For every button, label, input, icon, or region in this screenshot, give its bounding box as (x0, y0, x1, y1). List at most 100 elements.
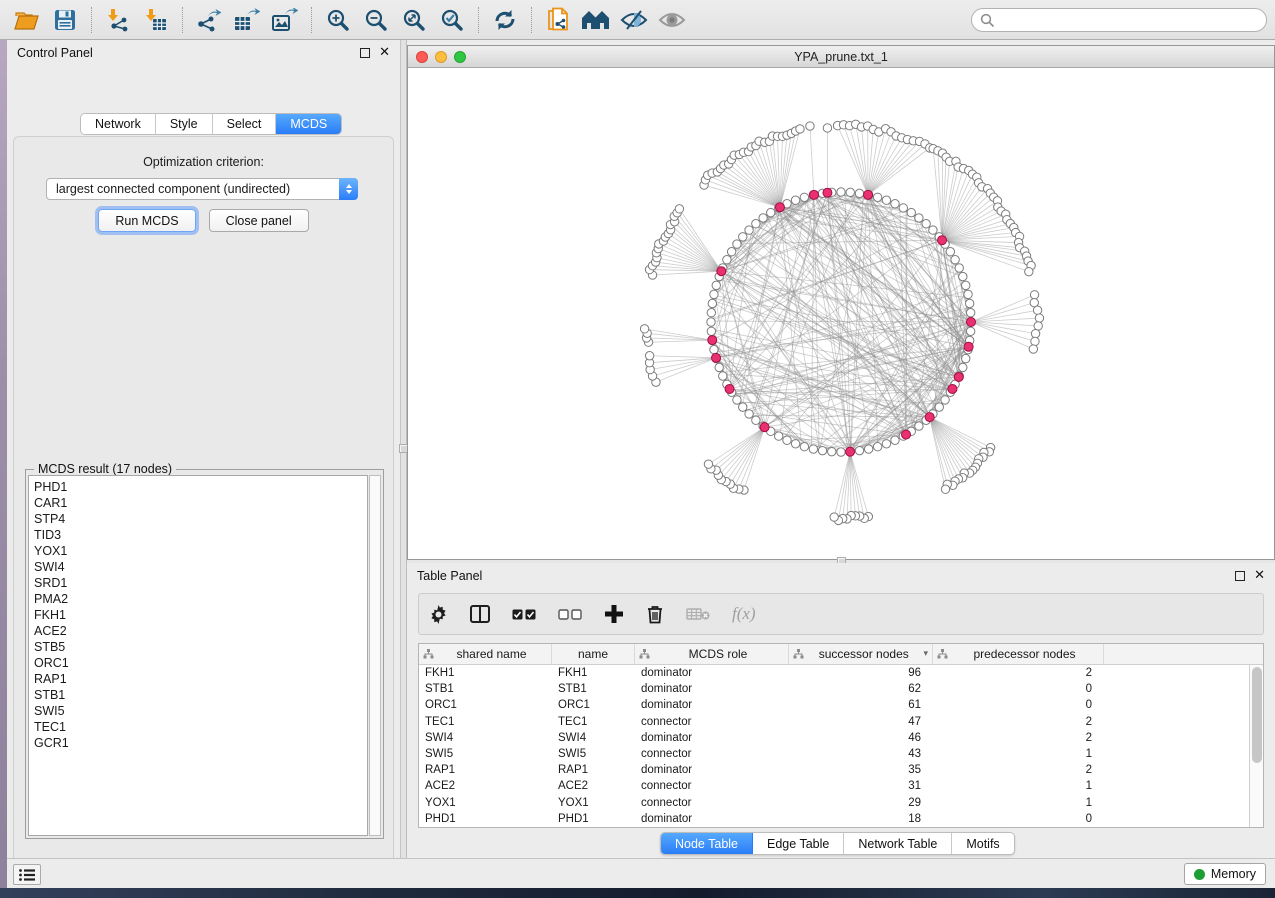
tab-network[interactable]: Network (81, 114, 156, 134)
table-row[interactable]: ACE2ACE2connector311 (419, 778, 1263, 794)
function-builder-button[interactable]: f(x) (732, 601, 756, 627)
import-table-button[interactable] (137, 4, 175, 36)
mcds-result-item[interactable]: TEC1 (34, 719, 367, 735)
close-panel-button[interactable]: Close panel (209, 209, 309, 232)
table-cell: ACE2 (419, 780, 552, 792)
task-history-button[interactable] (13, 864, 41, 885)
optimization-criterion-select[interactable]: largest connected component (undirected) (46, 178, 358, 200)
mcds-result-item[interactable]: SWI4 (34, 559, 367, 575)
column-header-name[interactable]: name (552, 644, 635, 664)
table-row[interactable]: SWI4SWI4dominator462 (419, 730, 1263, 746)
update-view-button[interactable] (486, 4, 524, 36)
zoom-out-button[interactable] (357, 4, 395, 36)
hide-graphics-details-button[interactable] (615, 4, 653, 36)
show-graphics-details-button[interactable] (653, 4, 691, 36)
zoom-in-button[interactable] (319, 4, 357, 36)
zoom-selected-icon (440, 8, 464, 32)
deselect-all-button[interactable] (558, 601, 582, 627)
close-table-panel-icon[interactable]: ✕ (1254, 571, 1265, 581)
mcds-result-item[interactable]: RAP1 (34, 671, 367, 687)
export-table-button[interactable] (228, 4, 266, 36)
table-row[interactable]: YOX1YOX1connector291 (419, 795, 1263, 811)
mcds-list-scrollbar[interactable] (369, 475, 381, 836)
delete-table-button[interactable] (686, 601, 710, 627)
tab-edge-table[interactable]: Edge Table (753, 833, 844, 854)
table-row[interactable]: STB1STB1dominator620 (419, 681, 1263, 697)
tab-style[interactable]: Style (156, 114, 213, 134)
zoom-in-icon (326, 8, 350, 32)
table-cell: 61 (789, 699, 933, 711)
tab-network-table[interactable]: Network Table (844, 833, 952, 854)
toolbar-separator (182, 7, 183, 33)
mcds-result-list[interactable]: PHD1CAR1STP4TID3YOX1SWI4SRD1PMA2FKH1ACE2… (28, 475, 368, 836)
mcds-result-item[interactable]: YOX1 (34, 543, 367, 559)
column-header-predecessor-nodes[interactable]: predecessor nodes (933, 644, 1104, 664)
control-panel: Control Panel ✕ NetworkStyleSelectMCDS O… (7, 40, 400, 858)
save-session-button[interactable] (46, 4, 84, 36)
toolbar-separator (478, 7, 479, 33)
search-input[interactable] (999, 13, 1258, 27)
mcds-result-item[interactable]: STP4 (34, 511, 367, 527)
import-network-button[interactable] (99, 4, 137, 36)
run-mcds-button[interactable]: Run MCDS (98, 209, 195, 232)
network-overview-button[interactable] (577, 4, 615, 36)
mcds-result-item[interactable]: ACE2 (34, 623, 367, 639)
table-scrollbar-thumb[interactable] (1252, 667, 1262, 763)
checked-boxes-icon (512, 609, 536, 620)
table-row[interactable]: ORC1ORC1dominator610 (419, 697, 1263, 713)
close-panel-icon[interactable]: ✕ (379, 48, 390, 58)
overview-houses-icon (581, 9, 611, 31)
network-window-titlebar: YPA_prune.txt_1 (408, 46, 1274, 68)
table-row[interactable]: TEC1TEC1connector472 (419, 714, 1263, 730)
mcds-result-item[interactable]: ORC1 (34, 655, 367, 671)
mcds-result-item[interactable]: GCR1 (34, 735, 367, 751)
mcds-result-item[interactable]: STB1 (34, 687, 367, 703)
table-cell: 29 (789, 797, 933, 809)
column-header-shared-name[interactable]: shared name (419, 644, 552, 664)
export-network-button[interactable] (190, 4, 228, 36)
network-view[interactable] (408, 68, 1274, 559)
mcds-tab-content: Optimization criterion: largest connecte… (13, 136, 394, 888)
mcds-result-item[interactable]: STB5 (34, 639, 367, 655)
tab-mcds[interactable]: MCDS (276, 114, 341, 134)
zoom-fit-button[interactable] (395, 4, 433, 36)
mcds-result-item[interactable]: CAR1 (34, 495, 367, 511)
mcds-result-item[interactable]: TID3 (34, 527, 367, 543)
table-cell: connector (635, 780, 789, 792)
network-graph[interactable] (408, 68, 1274, 559)
zoom-selected-button[interactable] (433, 4, 471, 36)
mcds-result-item[interactable]: FKH1 (34, 607, 367, 623)
memory-button[interactable]: Memory (1184, 863, 1266, 885)
column-header-MCDS-role[interactable]: MCDS role (635, 644, 789, 664)
table-cell: dominator (635, 813, 789, 825)
column-header-successor-nodes[interactable]: successor nodes▾ (789, 644, 933, 664)
table-row[interactable]: FKH1FKH1dominator962 (419, 665, 1263, 681)
table-cell: dominator (635, 667, 789, 679)
column-visibility-button[interactable] (470, 601, 490, 627)
table-row[interactable]: SWI5SWI5connector431 (419, 746, 1263, 762)
float-panel-icon[interactable] (360, 48, 370, 58)
table-row[interactable]: RAP1RAP1dominator352 (419, 762, 1263, 778)
export-image-button[interactable] (266, 4, 304, 36)
select-all-button[interactable] (512, 601, 536, 627)
table-cell: 18 (789, 813, 933, 825)
table-scrollbar[interactable] (1249, 665, 1263, 827)
mcds-result-item[interactable]: PHD1 (34, 479, 367, 495)
tab-motifs[interactable]: Motifs (952, 833, 1013, 854)
table-row[interactable]: PHD1PHD1dominator180 (419, 811, 1263, 827)
table-cell: STB1 (552, 683, 635, 695)
toolbar-separator (311, 7, 312, 33)
create-column-button[interactable] (604, 601, 624, 627)
mcds-result-item[interactable]: PMA2 (34, 591, 367, 607)
clone-network-button[interactable] (539, 4, 577, 36)
mcds-result-item[interactable]: SWI5 (34, 703, 367, 719)
delete-column-button[interactable] (646, 601, 664, 627)
mcds-result-item[interactable]: SRD1 (34, 575, 367, 591)
table-header-row: shared namenameMCDS rolesuccessor nodes▾… (419, 644, 1263, 665)
table-cell: 0 (933, 699, 1104, 711)
open-file-button[interactable] (8, 4, 46, 36)
tab-node-table[interactable]: Node Table (661, 833, 753, 854)
table-mode-gear-button[interactable] (429, 601, 448, 627)
float-table-panel-icon[interactable] (1235, 571, 1245, 581)
tab-select[interactable]: Select (213, 114, 277, 134)
